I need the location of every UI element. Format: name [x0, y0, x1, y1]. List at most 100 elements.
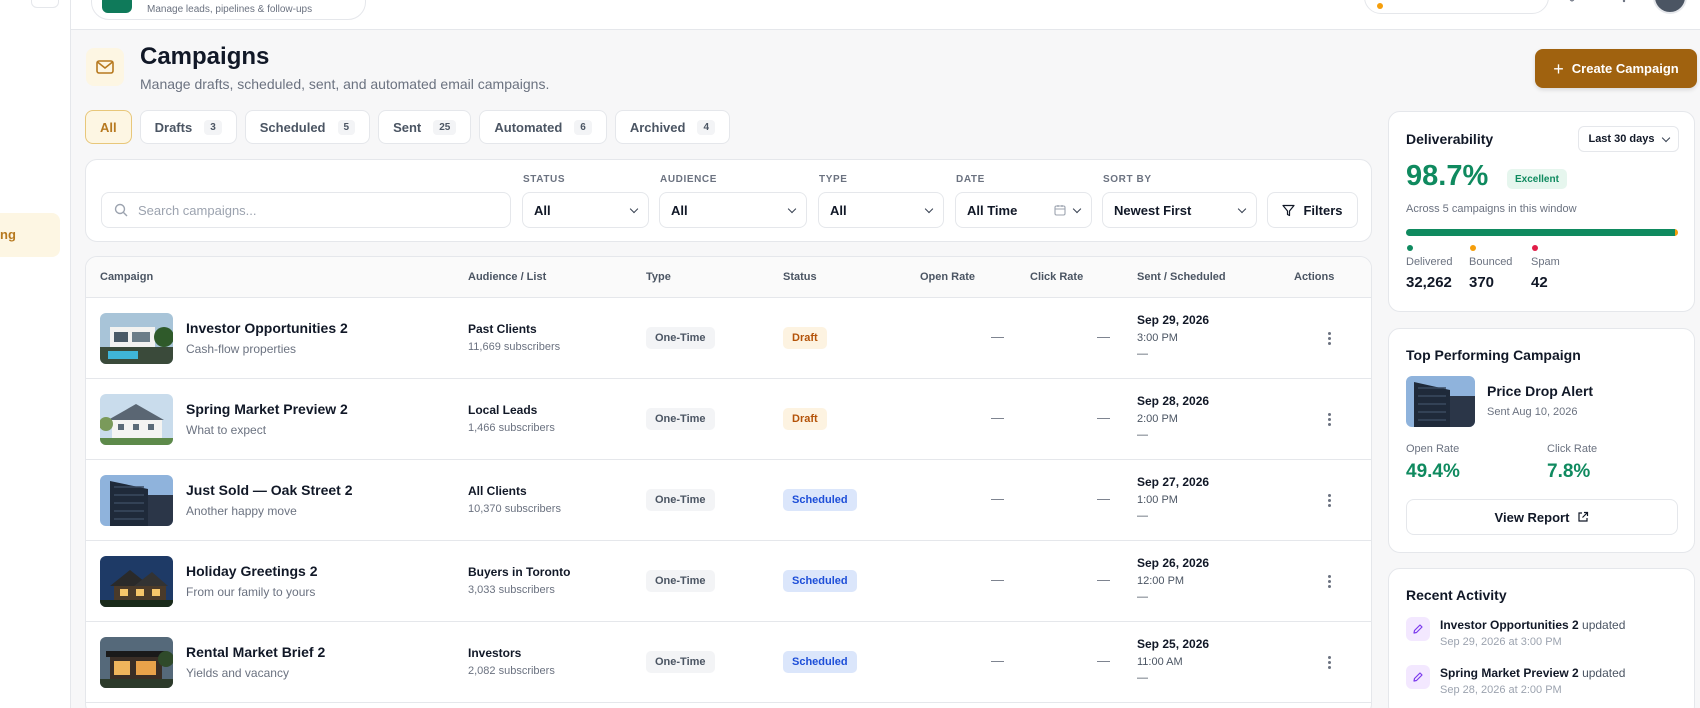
- tab-scheduled[interactable]: Scheduled 5: [244, 110, 371, 144]
- column-header[interactable]: Audience / List: [468, 271, 546, 283]
- status-badge: Scheduled: [783, 651, 857, 673]
- table-header: Campaign Audience / List Type Status Ope…: [86, 257, 1371, 298]
- sidebar-toggle-button[interactable]: [31, 0, 59, 8]
- date-range-value: Last 30 days: [1588, 133, 1655, 145]
- tab-label: All: [100, 119, 117, 135]
- campaign-name[interactable]: Investor Opportunities 2: [186, 320, 348, 336]
- create-campaign-label: Create Campaign: [1571, 61, 1679, 76]
- help-icon[interactable]: [1620, 0, 1634, 8]
- page-title: Campaigns: [140, 43, 270, 70]
- campaign-thumbnail: [100, 475, 173, 526]
- column-header[interactable]: Type: [646, 271, 671, 283]
- bell-icon[interactable]: [1566, 0, 1580, 8]
- campaign-name[interactable]: Rental Market Brief 2: [186, 644, 325, 660]
- campaign-name[interactable]: Just Sold — Oak Street 2: [186, 482, 353, 498]
- legend-label: Bounced: [1469, 256, 1513, 268]
- more-actions-icon[interactable]: [1321, 326, 1337, 350]
- status-badge: Excellent: [1507, 169, 1567, 189]
- activity-title[interactable]: Spring Market Preview 2 updated: [1440, 666, 1625, 680]
- activity-title[interactable]: Investor Opportunities 2 updated: [1440, 618, 1625, 632]
- tab-drafts[interactable]: Drafts 3: [139, 110, 237, 144]
- chevron-down-icon: [1237, 204, 1247, 213]
- table-row[interactable]: Just Sold — Oak Street 2 Another happy m…: [86, 460, 1371, 541]
- app-switcher[interactable]: Manage leads, pipelines & follow-ups: [91, 0, 366, 20]
- date-select[interactable]: All Time: [955, 192, 1092, 228]
- filters-button-label: Filters: [1303, 202, 1343, 218]
- audience-select[interactable]: All: [659, 192, 807, 228]
- audience-filter-label: AUDIENCE: [660, 174, 718, 185]
- more-actions-icon[interactable]: [1321, 650, 1337, 674]
- table-row[interactable]: Rental Market Brief 2 Yields and vacancy…: [86, 622, 1371, 703]
- column-header[interactable]: Open Rate: [920, 271, 975, 283]
- table-row[interactable]: Spring Market Preview 2 What to expect L…: [86, 379, 1371, 460]
- date-range-select[interactable]: Last 30 days: [1578, 126, 1679, 152]
- sidebar-item-active[interactable]: ng: [0, 213, 60, 257]
- campaign-name[interactable]: Spring Market Preview 2: [186, 401, 348, 417]
- legend-spam: Spam 42: [1531, 245, 1560, 291]
- campaign-search-field[interactable]: [101, 192, 511, 228]
- campaign-thumbnail: [1406, 376, 1475, 427]
- click-rate-value: —: [1097, 491, 1110, 506]
- tab-automated[interactable]: Automated 6: [479, 110, 607, 144]
- column-header[interactable]: Campaign: [100, 271, 153, 283]
- more-actions-icon[interactable]: [1321, 407, 1337, 431]
- activity-campaign-name: Investor Opportunities 2: [1440, 618, 1579, 632]
- sort-select[interactable]: Newest First: [1102, 192, 1257, 228]
- column-header[interactable]: Status: [783, 271, 817, 283]
- date-filter: DATE All Time: [955, 174, 1092, 228]
- date-select-value: All Time: [967, 202, 1018, 218]
- scheduled-extra: —: [1137, 348, 1148, 360]
- tab-label: Archived: [629, 119, 686, 135]
- search-input[interactable]: [138, 202, 498, 218]
- card-title: Deliverability: [1406, 131, 1494, 147]
- table-row[interactable]: Holiday Greetings 2 From our family to y…: [86, 541, 1371, 622]
- activity-time: Sep 28, 2026 at 2:00 PM: [1440, 684, 1562, 696]
- filter-bar: STATUS All AUDIENCE All TYPE All DATE Al…: [85, 159, 1372, 242]
- legend-value: 42: [1531, 274, 1548, 291]
- column-header: Actions: [1294, 271, 1335, 283]
- global-search-input[interactable]: [1364, 0, 1549, 14]
- table-row[interactable]: Investor Opportunities 2 Cash-flow prope…: [86, 298, 1371, 379]
- filters-button[interactable]: Filters: [1267, 192, 1358, 228]
- status-select[interactable]: All: [522, 192, 649, 228]
- subscriber-count: 2,082 subscribers: [468, 665, 555, 677]
- top-campaign-name[interactable]: Price Drop Alert: [1487, 383, 1593, 399]
- user-avatar[interactable]: [1653, 0, 1687, 14]
- tab-count-badge: 3: [204, 119, 222, 135]
- type-select-value: All: [830, 202, 847, 218]
- campaign-name[interactable]: Holiday Greetings 2: [186, 563, 317, 579]
- calendar-icon: [1054, 205, 1066, 216]
- view-report-button[interactable]: View Report: [1406, 499, 1678, 535]
- activity-action: updated: [1582, 666, 1626, 680]
- external-link-icon: [1578, 511, 1589, 522]
- create-campaign-button[interactable]: + Create Campaign: [1535, 49, 1697, 88]
- open-rate-value: —: [991, 329, 1004, 344]
- tab-sent[interactable]: Sent 25: [378, 110, 472, 144]
- top-campaign-sent-date: Sent Aug 10, 2026: [1487, 406, 1578, 418]
- edit-icon: [1406, 665, 1430, 689]
- open-rate-value: —: [991, 572, 1004, 587]
- scheduled-extra: —: [1137, 510, 1148, 522]
- tab-all[interactable]: All: [85, 110, 132, 144]
- column-header[interactable]: Click Rate: [1030, 271, 1083, 283]
- tab-count-badge: 4: [697, 119, 716, 135]
- tab-count-badge: 6: [574, 119, 592, 135]
- tab-label: Scheduled: [259, 119, 326, 135]
- scheduled-date: Sep 27, 2026: [1137, 475, 1210, 489]
- more-actions-icon[interactable]: [1321, 569, 1337, 593]
- status-badge: Draft: [783, 327, 827, 349]
- scheduled-extra: —: [1137, 672, 1148, 684]
- type-badge: One-Time: [646, 651, 715, 673]
- deliverability-card: Deliverability Last 30 days 98.7% Excell…: [1388, 111, 1695, 312]
- audience-name: Investors: [468, 646, 522, 660]
- more-actions-icon[interactable]: [1321, 488, 1337, 512]
- scheduled-date: Sep 26, 2026: [1137, 556, 1210, 570]
- type-filter: TYPE All: [818, 174, 944, 228]
- audience-name: Local Leads: [468, 403, 538, 417]
- column-header[interactable]: Sent / Scheduled: [1137, 271, 1226, 283]
- activity-time: Sep 29, 2026 at 3:00 PM: [1440, 636, 1562, 648]
- tab-label: Automated: [494, 119, 563, 135]
- tab-archived[interactable]: Archived 4: [614, 110, 731, 144]
- type-select[interactable]: All: [818, 192, 944, 228]
- legend-delivered: Delivered 32,262: [1406, 245, 1452, 291]
